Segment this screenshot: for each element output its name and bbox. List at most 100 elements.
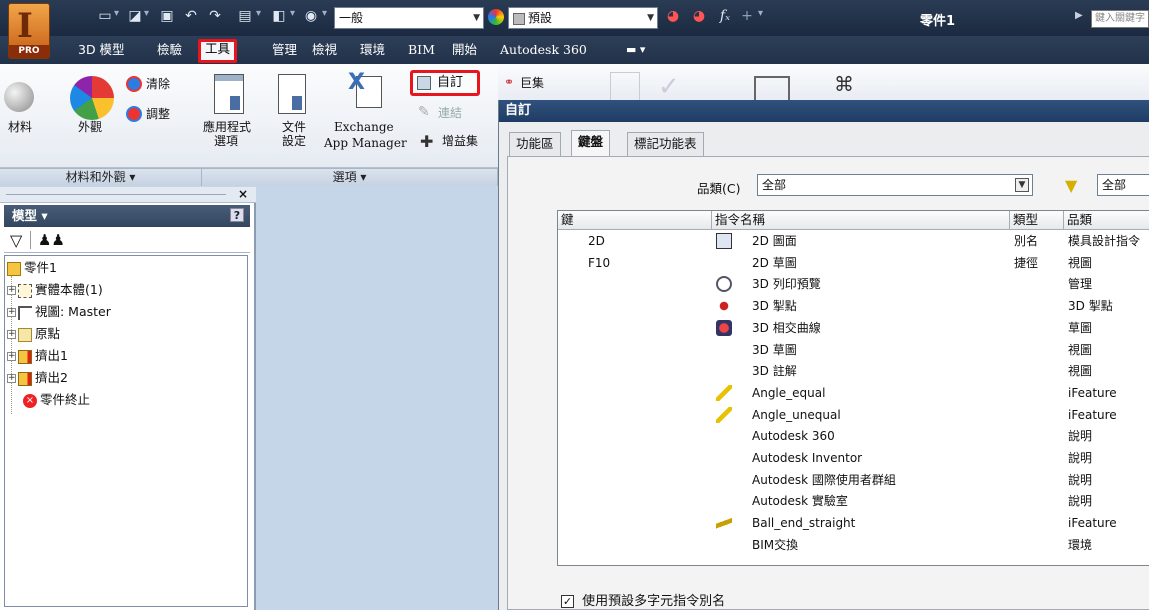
tab-3d-model[interactable]: 3D 模型 bbox=[74, 41, 129, 61]
appearance-icon[interactable] bbox=[70, 76, 114, 120]
find-binoculars-icon[interactable]: ♟♟ bbox=[38, 231, 65, 249]
browser-header[interactable]: 模型 ▾ ? bbox=[4, 205, 250, 227]
update-icon[interactable]: ▤ bbox=[236, 8, 254, 24]
tab-environment[interactable]: 環境 bbox=[356, 41, 389, 61]
help-search-input[interactable]: 鍵入關鍵字 bbox=[1091, 10, 1149, 28]
chevron-down-icon[interactable]: ▾ bbox=[114, 8, 119, 19]
clear-button-label[interactable]: 清除 bbox=[146, 77, 170, 91]
tree-node-extrusion-2[interactable]: + 擠出2 bbox=[7, 368, 68, 388]
table-row[interactable]: 3D 註解 視圖 bbox=[558, 361, 1149, 383]
table-row[interactable]: 3D 掣點 3D 掣點 bbox=[558, 296, 1149, 318]
tab-bim[interactable]: BIM bbox=[404, 41, 439, 61]
table-row[interactable]: BIM交換 環境 bbox=[558, 535, 1149, 557]
add-ins-icon[interactable]: ✚ bbox=[420, 132, 433, 151]
style-combo[interactable]: 一般 ▼ bbox=[334, 7, 484, 29]
table-row[interactable]: 2D 2D 圖面 別名 模具設計指令 bbox=[558, 231, 1149, 253]
macros-button-label[interactable]: 巨集 bbox=[520, 76, 544, 90]
adjust-icon[interactable] bbox=[126, 106, 142, 122]
chevron-down-icon[interactable]: ▾ bbox=[758, 8, 763, 19]
table-row[interactable]: Autodesk Inventor 說明 bbox=[558, 448, 1149, 470]
document-settings-label-2[interactable]: 設定 bbox=[282, 134, 306, 148]
table-row[interactable]: Ball_end_straight iFeature bbox=[558, 513, 1149, 535]
chevron-down-icon[interactable]: ▾ bbox=[322, 8, 327, 19]
material-icon[interactable] bbox=[4, 82, 34, 112]
tree-node-origin[interactable]: + 原點 bbox=[7, 324, 60, 344]
tab-get-started[interactable]: 開始 bbox=[448, 41, 481, 61]
application-menu-button[interactable]: I PRO bbox=[8, 3, 50, 59]
chevron-down-icon[interactable]: ▾ bbox=[256, 8, 261, 19]
table-row[interactable]: Autodesk 360 說明 bbox=[558, 426, 1149, 448]
table-row[interactable]: Angle_unequal iFeature bbox=[558, 405, 1149, 427]
add-ins-button-label[interactable]: 增益集 bbox=[442, 134, 478, 148]
panel-switch-icon[interactable]: ▬ ▾ bbox=[622, 41, 649, 61]
expand-icon[interactable]: + bbox=[7, 308, 16, 317]
panel-options[interactable]: 選項 ▾ bbox=[202, 168, 498, 186]
filter-icon[interactable]: ▼ bbox=[1065, 176, 1077, 195]
tree-node-solid-bodies[interactable]: + 實體本體(1) bbox=[7, 280, 103, 300]
tab-manage[interactable]: 管理 bbox=[268, 41, 301, 61]
tree-node-extrusion-1[interactable]: + 擠出1 bbox=[7, 346, 68, 366]
table-row[interactable]: Angle_equal iFeature bbox=[558, 383, 1149, 405]
clear-icon[interactable] bbox=[126, 76, 142, 92]
tab-ribbon[interactable]: 功能區 bbox=[509, 132, 561, 156]
adjust-button-label[interactable]: 調整 bbox=[146, 107, 170, 121]
category-select[interactable]: 全部 ▼ bbox=[757, 174, 1033, 196]
table-row[interactable]: 3D 相交曲線 草圖 bbox=[558, 318, 1149, 340]
new-file-icon[interactable]: ▭ bbox=[96, 8, 114, 24]
material-button-label[interactable]: 材料 bbox=[8, 120, 32, 134]
exchange-app-manager-icon[interactable]: X bbox=[348, 70, 384, 110]
tab-tools[interactable]: 工具 bbox=[198, 39, 238, 63]
close-icon[interactable]: × bbox=[238, 187, 248, 201]
column-header-category[interactable]: 品類 bbox=[1064, 211, 1149, 230]
adjust-appearance-icon[interactable]: ◕ bbox=[690, 8, 708, 24]
table-row[interactable]: Autodesk 國際使用者群組 說明 bbox=[558, 470, 1149, 492]
table-row[interactable]: F10 2D 草圖 捷徑 視圖 bbox=[558, 253, 1149, 275]
application-options-icon[interactable] bbox=[214, 74, 244, 114]
filter-icon[interactable]: ▽ bbox=[10, 231, 22, 250]
checkbox-icon[interactable]: ✓ bbox=[561, 595, 574, 608]
tab-keyboard[interactable]: 鍵盤 bbox=[571, 130, 611, 156]
tree-node-view[interactable]: + 視圖: Master bbox=[7, 302, 111, 322]
column-header-key[interactable]: 鍵 bbox=[558, 211, 712, 230]
exchange-label-1[interactable]: Exchange bbox=[334, 120, 394, 134]
redo-icon[interactable]: ↷ bbox=[206, 8, 224, 24]
application-options-label-2[interactable]: 選項 bbox=[214, 134, 238, 148]
appearance-button-label[interactable]: 外觀 bbox=[78, 120, 102, 134]
open-folder-icon[interactable]: ◪ bbox=[126, 8, 144, 24]
appearance-combo[interactable]: 預設 ▼ bbox=[508, 7, 658, 29]
chevron-down-icon[interactable]: ▼ bbox=[1015, 178, 1029, 192]
exchange-label-2[interactable]: App Manager bbox=[324, 136, 407, 150]
column-header-command[interactable]: 指令名稱 bbox=[712, 211, 1010, 230]
material-sphere-icon[interactable]: ◉ bbox=[302, 8, 320, 24]
expand-icon[interactable]: + bbox=[7, 286, 16, 295]
customize-button[interactable]: 自訂 bbox=[410, 70, 480, 96]
application-options-label-1[interactable]: 應用程式 bbox=[203, 120, 251, 134]
plus-icon[interactable]: + bbox=[738, 8, 756, 24]
filter-select[interactable]: 全部 bbox=[1097, 174, 1149, 196]
tab-view[interactable]: 檢視 bbox=[308, 41, 341, 61]
document-settings-icon[interactable] bbox=[278, 74, 306, 114]
chevron-down-icon[interactable]: ▾ bbox=[290, 8, 295, 19]
panel-material-appearance[interactable]: 材料和外觀 ▾ bbox=[0, 168, 202, 186]
macros-icon[interactable]: ⚭ bbox=[504, 75, 514, 89]
tree-node-end-of-part[interactable]: × 零件終止 bbox=[23, 390, 90, 410]
expand-icon[interactable]: + bbox=[7, 374, 16, 383]
document-settings-label-1[interactable]: 文件 bbox=[282, 120, 306, 134]
tab-inspect[interactable]: 檢驗 bbox=[153, 41, 186, 61]
select-icon[interactable]: ◧ bbox=[270, 8, 288, 24]
function-icon[interactable]: fₓ bbox=[716, 8, 734, 24]
undo-icon[interactable]: ↶ bbox=[182, 8, 200, 24]
expand-icon[interactable]: + bbox=[7, 330, 16, 339]
tab-marking-menu[interactable]: 標記功能表 bbox=[627, 132, 704, 156]
table-row[interactable]: Autodesk 實驗室 說明 bbox=[558, 491, 1149, 513]
default-alias-checkbox[interactable]: ✓ 使用預設多字元指令別名 bbox=[561, 590, 725, 609]
tab-autodesk-360[interactable]: Autodesk 360 bbox=[496, 41, 591, 61]
save-icon[interactable]: ▣ bbox=[158, 8, 176, 24]
tree-node-part[interactable]: 零件1 bbox=[7, 258, 57, 278]
help-icon[interactable]: ? bbox=[230, 208, 244, 222]
browser-grip[interactable]: × bbox=[0, 187, 256, 203]
appearance-ball-icon[interactable] bbox=[488, 9, 504, 25]
table-row[interactable]: 3D 列印預覽 管理 bbox=[558, 274, 1149, 296]
column-header-type[interactable]: 類型 bbox=[1010, 211, 1064, 230]
clear-appearance-icon[interactable]: ◕ bbox=[664, 8, 682, 24]
